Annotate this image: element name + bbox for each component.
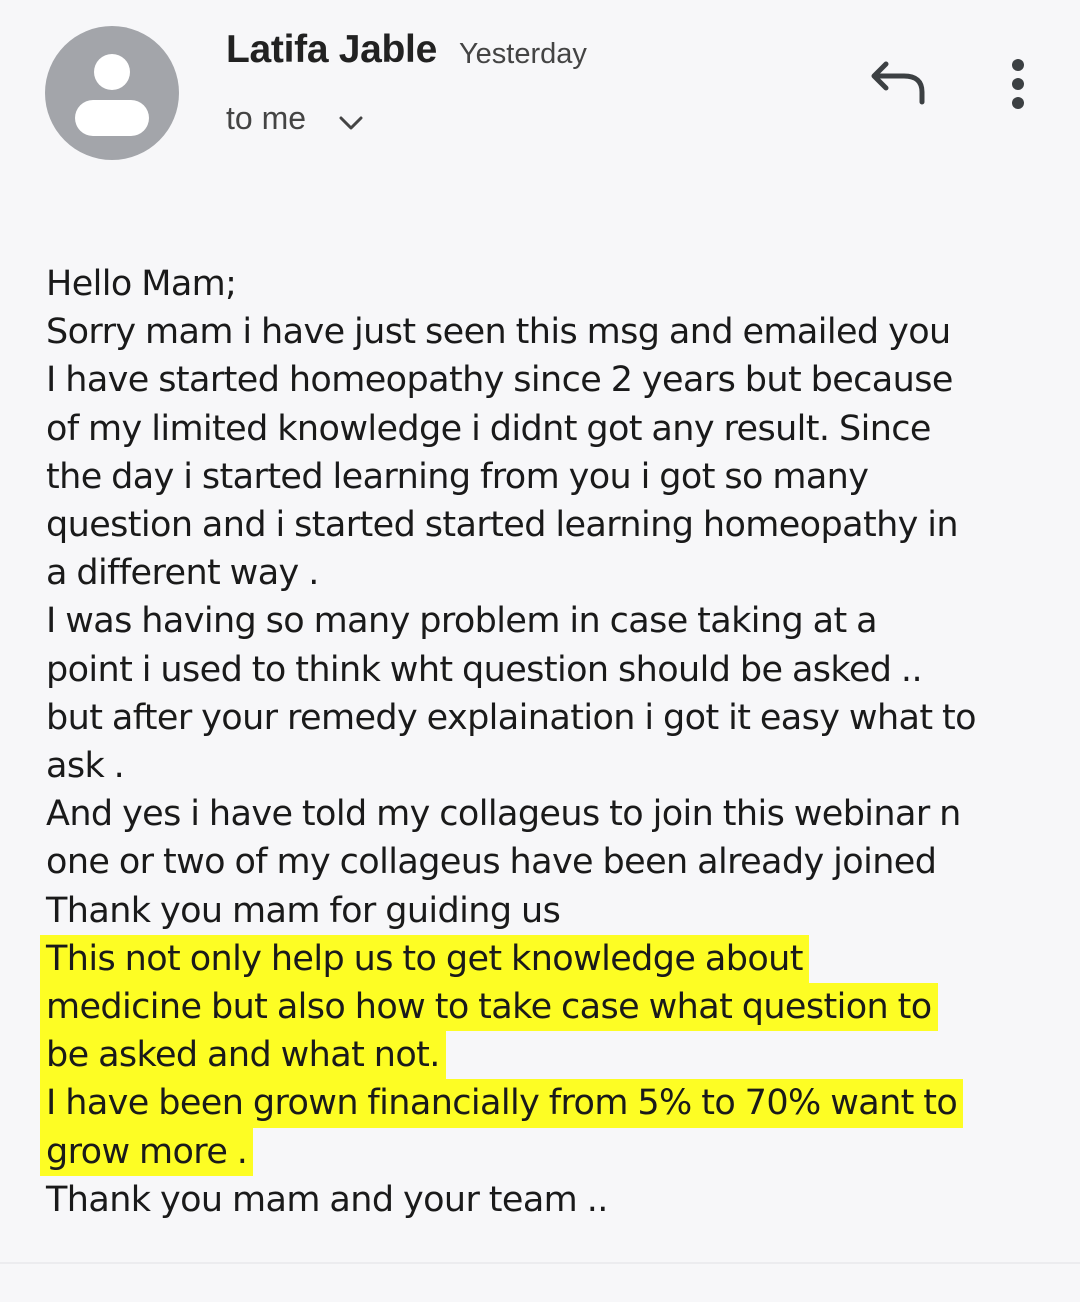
divider [0,1262,1080,1264]
person-avatar-icon [94,54,130,90]
highlighted-line: be asked and what not. [40,1031,446,1080]
message-line: a different way . [46,553,319,594]
highlighted-line: This not only help us to get knowledge a… [40,934,809,984]
sender-avatar[interactable] [45,26,179,160]
sender-name: Latifa Jable [226,28,437,71]
message-line: Sorry mam i have just seen this msg and … [46,312,951,353]
recipient-toggle[interactable]: to me [226,100,306,137]
message-line: the day i started learning from you i go… [46,456,869,497]
message-line: ask . [46,746,125,787]
message-line: point i used to think wht question shoul… [46,649,923,690]
highlighted-line: grow more . [40,1127,254,1176]
chevron-down-icon[interactable] [338,114,364,132]
message-line: one or two of my collageus have been alr… [46,842,937,883]
more-vertical-icon[interactable] [1000,54,1036,114]
message-line: of my limited knowledge i didnt got any … [46,408,931,449]
message-line: Hello Mam; [46,264,237,304]
message-line: And yes i have told my collageus to join… [46,794,961,835]
message-line: I have started homeopathy since 2 years … [46,360,953,401]
message-line: Thank you mam for guiding us [46,890,561,931]
highlighted-line: medicine but also how to take case what … [40,983,938,1032]
message-line: question and i started started learning … [46,505,959,546]
reply-icon[interactable] [868,58,932,106]
message-time: Yesterday [459,38,587,70]
message-body: Hello Mam; Sorry mam i have just seen th… [40,260,1056,1224]
message-line: Thank you mam and your team .. [46,1179,608,1220]
message-line: I was having so many problem in case tak… [46,601,878,642]
highlighted-line: I have been grown financially from 5% to… [40,1079,964,1128]
message-line: but after your remedy explaination i got… [46,697,977,738]
person-avatar-body [75,100,149,136]
